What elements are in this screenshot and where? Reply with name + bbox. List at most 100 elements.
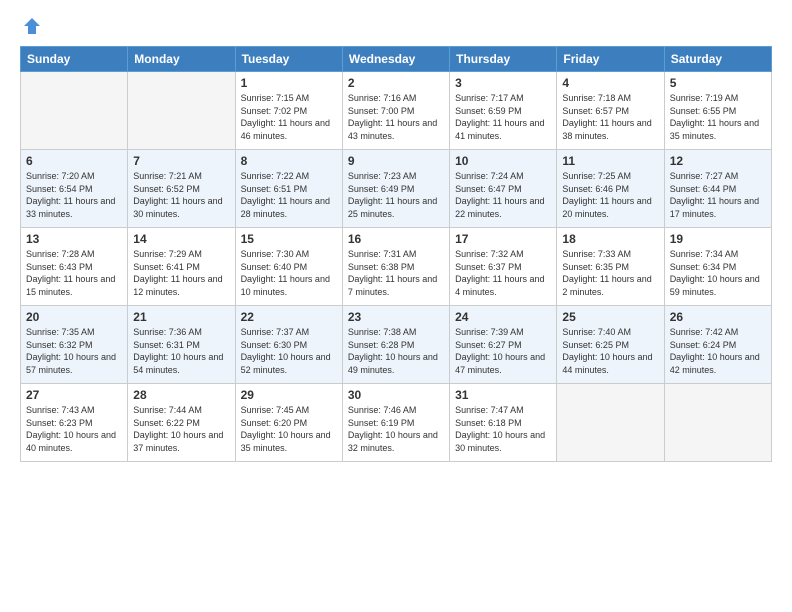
day-info: Sunrise: 7:29 AM Sunset: 6:41 PM Dayligh… [133,248,229,298]
day-info: Sunrise: 7:44 AM Sunset: 6:22 PM Dayligh… [133,404,229,454]
day-number: 11 [562,154,658,168]
day-cell: 10Sunrise: 7:24 AM Sunset: 6:47 PM Dayli… [450,150,557,228]
day-info: Sunrise: 7:37 AM Sunset: 6:30 PM Dayligh… [241,326,337,376]
week-row-4: 20Sunrise: 7:35 AM Sunset: 6:32 PM Dayli… [21,306,772,384]
day-cell: 26 Sunrise: 7:42 AM Sunset: 6:24 PM Dayli… [664,306,771,384]
day-cell: 5 Sunrise: 7:19 AM Sunset: 6:55 PM Daylig… [664,72,771,150]
day-info: Sunrise: 7:15 AM Sunset: 7:02 PM Dayligh… [241,92,337,142]
day-number: 25 [562,310,658,324]
day-cell [664,384,771,462]
day-number: 13 [26,232,122,246]
day-cell [21,72,128,150]
day-cell: 2Sunrise: 7:16 AM Sunset: 7:00 PM Daylig… [342,72,449,150]
day-cell: 9 Sunrise: 7:23 AM Sunset: 6:49 PM Daylig… [342,150,449,228]
day-cell: 15 Sunrise: 7:30 AM Sunset: 6:40 PM Dayli… [235,228,342,306]
day-number: 26 [670,310,766,324]
weekday-header-wednesday: Wednesday [342,47,449,72]
day-cell: 7 Sunrise: 7:21 AM Sunset: 6:52 PM Daylig… [128,150,235,228]
day-cell: 28 Sunrise: 7:44 AM Sunset: 6:22 PM Dayli… [128,384,235,462]
day-number: 16 [348,232,444,246]
weekday-header-row: SundayMondayTuesdayWednesdayThursdayFrid… [21,47,772,72]
day-number: 30 [348,388,444,402]
header [20,16,772,36]
day-number: 1 [241,76,337,90]
logo-icon [22,16,42,36]
week-row-5: 27 Sunrise: 7:43 AM Sunset: 6:23 PM Dayli… [21,384,772,462]
day-cell: 8 Sunrise: 7:22 AM Sunset: 6:51 PM Daylig… [235,150,342,228]
day-cell: 18 Sunrise: 7:33 AM Sunset: 6:35 PM Dayli… [557,228,664,306]
day-info: Sunrise: 7:23 AM Sunset: 6:49 PM Dayligh… [348,170,444,220]
page: SundayMondayTuesdayWednesdayThursdayFrid… [0,0,792,612]
day-cell: 20Sunrise: 7:35 AM Sunset: 6:32 PM Dayli… [21,306,128,384]
day-cell: 12Sunrise: 7:27 AM Sunset: 6:44 PM Dayli… [664,150,771,228]
day-info: Sunrise: 7:22 AM Sunset: 6:51 PM Dayligh… [241,170,337,220]
day-cell: 14 Sunrise: 7:29 AM Sunset: 6:41 PM Dayli… [128,228,235,306]
day-number: 31 [455,388,551,402]
day-info: Sunrise: 7:34 AM Sunset: 6:34 PM Dayligh… [670,248,766,298]
day-number: 4 [562,76,658,90]
day-info: Sunrise: 7:47 AM Sunset: 6:18 PM Dayligh… [455,404,551,454]
day-info: Sunrise: 7:31 AM Sunset: 6:38 PM Dayligh… [348,248,444,298]
weekday-header-tuesday: Tuesday [235,47,342,72]
weekday-header-thursday: Thursday [450,47,557,72]
day-cell: 22 Sunrise: 7:37 AM Sunset: 6:30 PM Dayli… [235,306,342,384]
day-cell: 4 Sunrise: 7:18 AM Sunset: 6:57 PM Daylig… [557,72,664,150]
week-row-2: 6 Sunrise: 7:20 AM Sunset: 6:54 PM Daylig… [21,150,772,228]
day-info: Sunrise: 7:30 AM Sunset: 6:40 PM Dayligh… [241,248,337,298]
weekday-header-saturday: Saturday [664,47,771,72]
day-cell: 23 Sunrise: 7:38 AM Sunset: 6:28 PM Dayli… [342,306,449,384]
day-number: 12 [670,154,766,168]
day-number: 17 [455,232,551,246]
day-cell: 27 Sunrise: 7:43 AM Sunset: 6:23 PM Dayli… [21,384,128,462]
day-info: Sunrise: 7:42 AM Sunset: 6:24 PM Dayligh… [670,326,766,376]
day-info: Sunrise: 7:28 AM Sunset: 6:43 PM Dayligh… [26,248,122,298]
day-number: 23 [348,310,444,324]
day-info: Sunrise: 7:32 AM Sunset: 6:37 PM Dayligh… [455,248,551,298]
day-number: 19 [670,232,766,246]
day-info: Sunrise: 7:33 AM Sunset: 6:35 PM Dayligh… [562,248,658,298]
day-cell [557,384,664,462]
day-cell [128,72,235,150]
weekday-header-sunday: Sunday [21,47,128,72]
day-number: 28 [133,388,229,402]
day-cell: 13 Sunrise: 7:28 AM Sunset: 6:43 PM Dayli… [21,228,128,306]
day-number: 20 [26,310,122,324]
day-number: 27 [26,388,122,402]
day-number: 8 [241,154,337,168]
day-info: Sunrise: 7:17 AM Sunset: 6:59 PM Dayligh… [455,92,551,142]
day-number: 7 [133,154,229,168]
day-info: Sunrise: 7:18 AM Sunset: 6:57 PM Dayligh… [562,92,658,142]
day-cell: 24 Sunrise: 7:39 AM Sunset: 6:27 PM Dayli… [450,306,557,384]
day-cell: 25 Sunrise: 7:40 AM Sunset: 6:25 PM Dayli… [557,306,664,384]
day-info: Sunrise: 7:40 AM Sunset: 6:25 PM Dayligh… [562,326,658,376]
day-number: 24 [455,310,551,324]
day-number: 14 [133,232,229,246]
day-number: 15 [241,232,337,246]
day-number: 5 [670,76,766,90]
day-info: Sunrise: 7:19 AM Sunset: 6:55 PM Dayligh… [670,92,766,142]
day-number: 9 [348,154,444,168]
day-cell: 30 Sunrise: 7:46 AM Sunset: 6:19 PM Dayli… [342,384,449,462]
day-cell: 1 Sunrise: 7:15 AM Sunset: 7:02 PM Daylig… [235,72,342,150]
day-info: Sunrise: 7:20 AM Sunset: 6:54 PM Dayligh… [26,170,122,220]
day-cell: 16 Sunrise: 7:31 AM Sunset: 6:38 PM Dayli… [342,228,449,306]
day-info: Sunrise: 7:43 AM Sunset: 6:23 PM Dayligh… [26,404,122,454]
day-info: Sunrise: 7:36 AM Sunset: 6:31 PM Dayligh… [133,326,229,376]
day-cell: 6 Sunrise: 7:20 AM Sunset: 6:54 PM Daylig… [21,150,128,228]
day-number: 21 [133,310,229,324]
weekday-header-monday: Monday [128,47,235,72]
day-number: 22 [241,310,337,324]
day-number: 18 [562,232,658,246]
day-info: Sunrise: 7:45 AM Sunset: 6:20 PM Dayligh… [241,404,337,454]
week-row-3: 13 Sunrise: 7:28 AM Sunset: 6:43 PM Dayli… [21,228,772,306]
day-info: Sunrise: 7:21 AM Sunset: 6:52 PM Dayligh… [133,170,229,220]
day-info: Sunrise: 7:38 AM Sunset: 6:28 PM Dayligh… [348,326,444,376]
day-info: Sunrise: 7:39 AM Sunset: 6:27 PM Dayligh… [455,326,551,376]
day-number: 6 [26,154,122,168]
day-info: Sunrise: 7:46 AM Sunset: 6:19 PM Dayligh… [348,404,444,454]
day-cell: 29 Sunrise: 7:45 AM Sunset: 6:20 PM Dayli… [235,384,342,462]
day-info: Sunrise: 7:24 AM Sunset: 6:47 PM Dayligh… [455,170,551,220]
day-number: 29 [241,388,337,402]
day-info: Sunrise: 7:16 AM Sunset: 7:00 PM Dayligh… [348,92,444,142]
day-cell: 17 Sunrise: 7:32 AM Sunset: 6:37 PM Dayli… [450,228,557,306]
